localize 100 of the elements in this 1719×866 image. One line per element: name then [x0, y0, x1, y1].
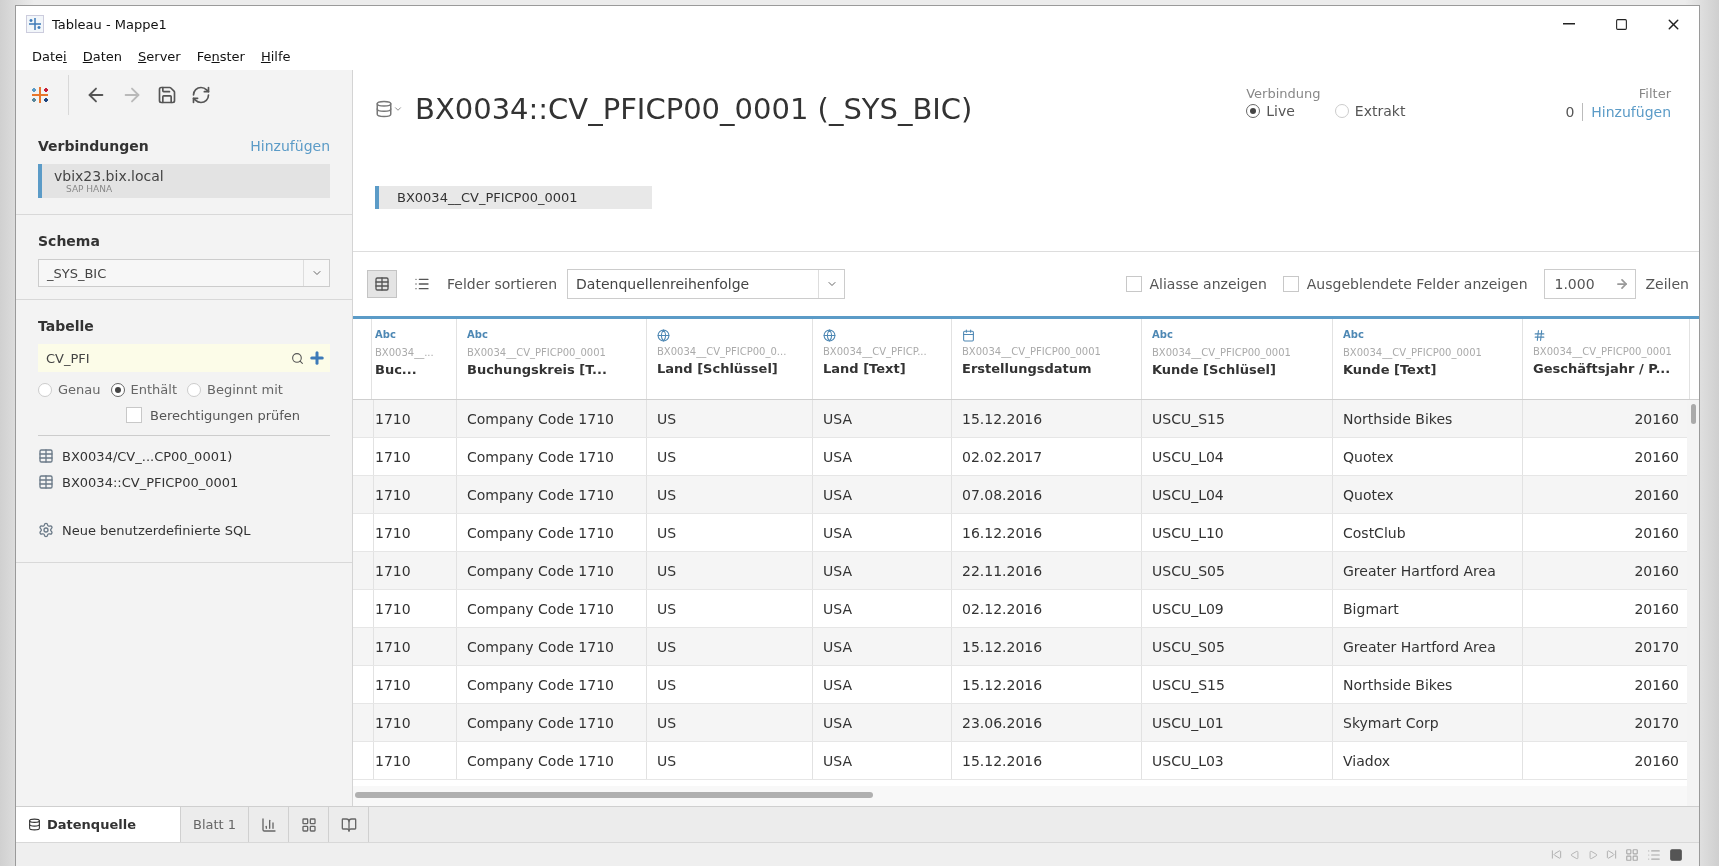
table-list-item[interactable]: Neue benutzerdefinierte SQL: [62, 522, 251, 538]
previous-icon[interactable]: [1570, 849, 1580, 860]
column-header[interactable]: Abc BX0034__CV_PFICP00_0001 Kunde [Schlüsel]: [1142, 319, 1333, 399]
table-cell: Skymart Corp: [1333, 704, 1523, 741]
last-page-icon[interactable]: [1606, 849, 1617, 860]
table-cell: US: [647, 742, 813, 779]
table-cell: 1710: [365, 742, 457, 779]
rows-field[interactable]: 1.000: [1543, 269, 1636, 299]
single-view-icon[interactable]: [1669, 847, 1683, 862]
column-header[interactable]: BX0034__CV_PFICP... Land [Text]: [813, 319, 952, 399]
table-cell: US: [647, 704, 813, 741]
menu-item[interactable]: Server: [130, 46, 189, 66]
column-source: BX0034__CV_PFICP00_0001: [467, 347, 607, 358]
refresh-button[interactable]: [191, 85, 211, 105]
refresh-icon: [191, 85, 211, 105]
table-cell: USA: [813, 514, 952, 551]
calendar-icon: [962, 329, 975, 342]
checkbox[interactable]: [1282, 276, 1299, 292]
sort-dropdown[interactable]: Datenquellenreihenfolge: [567, 269, 846, 299]
radio-button[interactable]: [110, 382, 125, 397]
table-cell: USCU_L04: [1142, 438, 1333, 475]
list-icon: [414, 276, 430, 292]
menu-item[interactable]: Datei: [24, 46, 75, 66]
checkbox-label: Aliasse anzeigen: [1149, 276, 1267, 292]
column-source: BX0034__CV_PFICP00_0001: [962, 346, 1102, 357]
scrollbar-thumb[interactable]: [1690, 404, 1696, 424]
column-header[interactable]: BX0034__CV_PFICP00_0... Land [Schlüssel]: [647, 319, 813, 399]
column-name: Erstellungsdatum: [962, 361, 1093, 376]
table-search-field[interactable]: CV_PFI: [38, 344, 330, 372]
table-cell: 1710: [365, 704, 457, 741]
menu-item[interactable]: Hilfe: [252, 46, 299, 66]
column-source: BX0034__...: [375, 347, 435, 358]
globe-icon: [657, 329, 670, 342]
table-cell: Greater Hartford Area: [1333, 552, 1523, 589]
column-header[interactable]: Abc BX0034__CV_PFICP00_0001 Buchungskreis [T...: [457, 319, 647, 399]
filter-label: Filter: [1638, 86, 1671, 101]
table-cell: 22.11.2016: [952, 552, 1142, 589]
checkbox[interactable]: [126, 407, 142, 423]
caret-icon: [393, 104, 403, 114]
book-icon: [340, 816, 357, 833]
grid-view-button[interactable]: [367, 270, 397, 298]
column-name: Kunde [Schlüsel]: [1152, 362, 1277, 377]
table-cell: USCU_S05: [1142, 628, 1333, 665]
table-cell: Quotex: [1333, 476, 1523, 513]
type-label: Abc: [1152, 329, 1174, 342]
column-header[interactable]: Abc BX0034__... Buc...: [365, 319, 457, 399]
canvas-table[interactable]: BX0034__CV_PFICP00_0001: [375, 186, 652, 209]
table-icon: [38, 448, 54, 464]
table-cell: 02.12.2016: [952, 590, 1142, 627]
scrollbar-thumb[interactable]: [355, 792, 873, 798]
type-label: Abc: [1343, 329, 1365, 342]
connection-item[interactable]: vbix23.bix.local SAP HANA: [38, 164, 330, 198]
menu-item[interactable]: Daten: [74, 46, 131, 66]
table-cell: 23.06.2016: [952, 704, 1142, 741]
datasource-menu-button[interactable]: [375, 100, 403, 118]
datasource-tab[interactable]: Datenquelle: [16, 807, 181, 842]
table-cell: USA: [813, 704, 952, 741]
checkbox[interactable]: [1125, 276, 1142, 292]
table-cell: USCU_S15: [1142, 400, 1333, 437]
filter-count: 0: [1565, 104, 1575, 120]
custom-sql-icon: [38, 522, 54, 538]
checkbox-label: Berechtigungen prüfen: [150, 407, 301, 423]
table-cell: 16.12.2016: [952, 514, 1142, 551]
list-view-icon[interactable]: [1647, 847, 1661, 862]
minimize-icon: [1563, 23, 1575, 25]
table-list-item[interactable]: BX0034/CV_...CP00_0001): [62, 448, 233, 464]
column-header[interactable]: BX0034__CV_PFICP00_0001 Erstellungsdatum: [952, 319, 1142, 399]
first-page-icon[interactable]: [1551, 849, 1562, 860]
grid-view-icon[interactable]: [1625, 847, 1639, 862]
table-cell: US: [647, 552, 813, 589]
table-cell: Company Code 1710: [457, 400, 647, 437]
table-cell: Company Code 1710: [457, 438, 647, 475]
datasource-title: BX0034::CV_PFICP00_0001 (_SYS_BIC): [415, 92, 973, 126]
column-header[interactable]: BX0034__CV_PFICP00_0001 Geschäftsjahr / P...: [1523, 319, 1690, 399]
connection-label: Verbindung: [1246, 86, 1322, 101]
table-list-item[interactable]: BX0034::CV_PFICP00_0001: [62, 474, 239, 490]
globe-icon: [823, 329, 836, 342]
table-cell: USCU_L03: [1142, 742, 1333, 779]
table-cell: 02.02.2017: [952, 438, 1142, 475]
database-icon: [28, 818, 41, 831]
save-button[interactable]: [157, 85, 177, 105]
type-label: Abc: [467, 329, 489, 342]
table-cell: Quotex: [1333, 438, 1523, 475]
table-cell: Company Code 1710: [457, 704, 647, 741]
radio-button[interactable]: [1246, 104, 1261, 118]
plus-icon[interactable]: [308, 349, 326, 367]
connection-type: SAP HANA: [65, 184, 114, 194]
table-cell: Northside Bikes: [1333, 400, 1523, 437]
arrow-right-icon[interactable]: [1614, 277, 1629, 291]
column-name: Kunde [Text]: [1343, 362, 1438, 377]
search-icon[interactable]: [291, 351, 304, 365]
column-header[interactable]: Abc BX0034__CV_PFICP00_0001 Kunde [Text]: [1333, 319, 1523, 399]
save-icon: [157, 85, 177, 105]
table-cell: Company Code 1710: [457, 552, 647, 589]
table-cell: USCU_L09: [1142, 590, 1333, 627]
menu-item[interactable]: Fenster: [188, 46, 253, 66]
next-icon[interactable]: [1588, 849, 1598, 860]
rows-label: Zeilen: [1645, 276, 1689, 292]
schema-select[interactable]: _SYS_BIC: [38, 259, 330, 287]
table-cell: 15.12.2016: [952, 628, 1142, 665]
